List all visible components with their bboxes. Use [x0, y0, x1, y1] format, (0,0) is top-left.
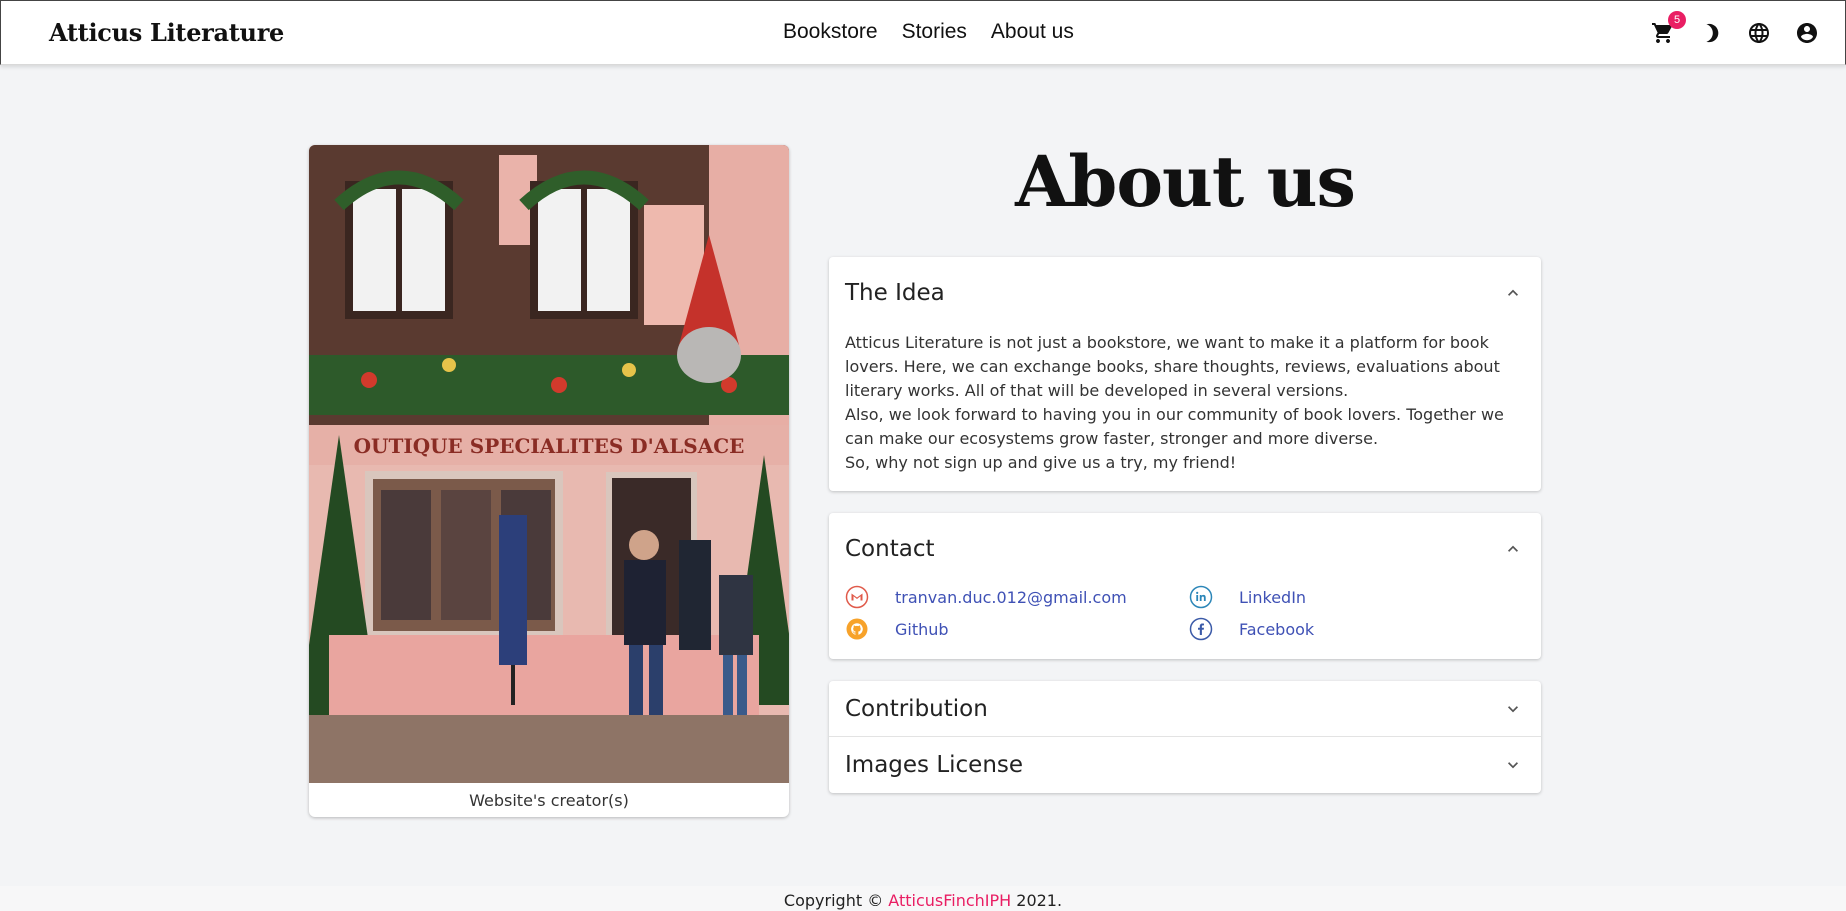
creator-photo-card: OUTIQUE SPECIALITES D'ALSACE Website's c… [309, 145, 789, 817]
contact-linkedin: LinkedIn [1189, 585, 1489, 609]
facebook-icon [1189, 617, 1213, 641]
chevron-down-icon [1508, 705, 1518, 712]
contact-accordion-header[interactable]: Contact [829, 513, 1541, 585]
top-app-bar: Atticus Literature Bookstore Stories Abo… [0, 0, 1846, 65]
contribution-accordion-header[interactable]: Contribution [829, 681, 1541, 737]
nav-about-us[interactable]: About us [991, 20, 1074, 44]
github-link[interactable]: Github [895, 620, 949, 639]
dark-mode-icon [1706, 23, 1719, 43]
idea-content: Atticus Literature is not just a booksto… [829, 329, 1541, 491]
page-title: About us [1015, 140, 1356, 223]
facebook-link[interactable]: Facebook [1239, 620, 1314, 639]
images-license-accordion-header[interactable]: Images License [829, 737, 1541, 793]
copyright-prefix: Copyright © [783, 891, 884, 910]
linkedin-link[interactable]: LinkedIn [1239, 588, 1306, 607]
nav-bookstore[interactable]: Bookstore [783, 20, 878, 44]
contact-title: Contact [845, 536, 935, 562]
idea-accordion: The Idea Atticus Literature is not just … [829, 257, 1541, 491]
idea-title: The Idea [845, 280, 945, 306]
contribution-title: Contribution [845, 695, 988, 722]
contact-github: Github [845, 617, 1189, 641]
footer: Copyright © AtticusFinchIPH 2021. [0, 886, 1846, 911]
dark-mode-button[interactable] [1699, 19, 1723, 47]
main-nav: Bookstore Stories About us [783, 20, 1074, 44]
photo-caption: Website's creator(s) [469, 790, 629, 810]
copyright-year: 2021. [1016, 891, 1063, 910]
idea-accordion-header[interactable]: The Idea [829, 257, 1541, 329]
cart-count-badge: 5 [1668, 11, 1686, 29]
contact-facebook: Facebook [1189, 617, 1489, 641]
account-icon [1797, 23, 1817, 43]
brand-logo[interactable]: Atticus Literature [49, 18, 284, 47]
author-link[interactable]: AtticusFinchIPH [888, 891, 1011, 910]
shop-sign: OUTIQUE SPECIALITES D'ALSACE [354, 434, 745, 458]
github-icon [846, 618, 868, 640]
contact-email: tranvan.duc.012@gmail.com [845, 585, 1189, 609]
email-link[interactable]: tranvan.duc.012@gmail.com [895, 588, 1127, 607]
collapsed-accordions: Contribution Images License [829, 681, 1541, 793]
images-license-title: Images License [845, 752, 1024, 778]
chevron-up-icon [1508, 545, 1518, 552]
nav-stories[interactable]: Stories [902, 20, 967, 44]
idea-paragraph: So, why not sign up and give us a try, m… [845, 453, 1237, 472]
contact-links: tranvan.duc.012@gmail.com LinkedIn Githu… [829, 585, 1541, 659]
gmail-icon [845, 585, 869, 609]
language-button[interactable] [1747, 19, 1771, 47]
idea-paragraph: Also, we look forward to having you in o… [845, 405, 1504, 448]
creator-photo: OUTIQUE SPECIALITES D'ALSACE [309, 145, 789, 783]
header-actions: 5 [1651, 11, 1819, 47]
language-icon [1749, 23, 1769, 43]
idea-paragraph: Atticus Literature is not just a booksto… [845, 333, 1500, 400]
chevron-up-icon [1508, 289, 1518, 296]
account-button[interactable] [1795, 19, 1819, 47]
cart-button[interactable]: 5 [1651, 11, 1686, 47]
chevron-down-icon [1508, 762, 1518, 769]
linkedin-icon [1189, 585, 1213, 609]
contact-accordion: Contact tranvan.duc.012@gmail.com Linked… [829, 513, 1541, 659]
